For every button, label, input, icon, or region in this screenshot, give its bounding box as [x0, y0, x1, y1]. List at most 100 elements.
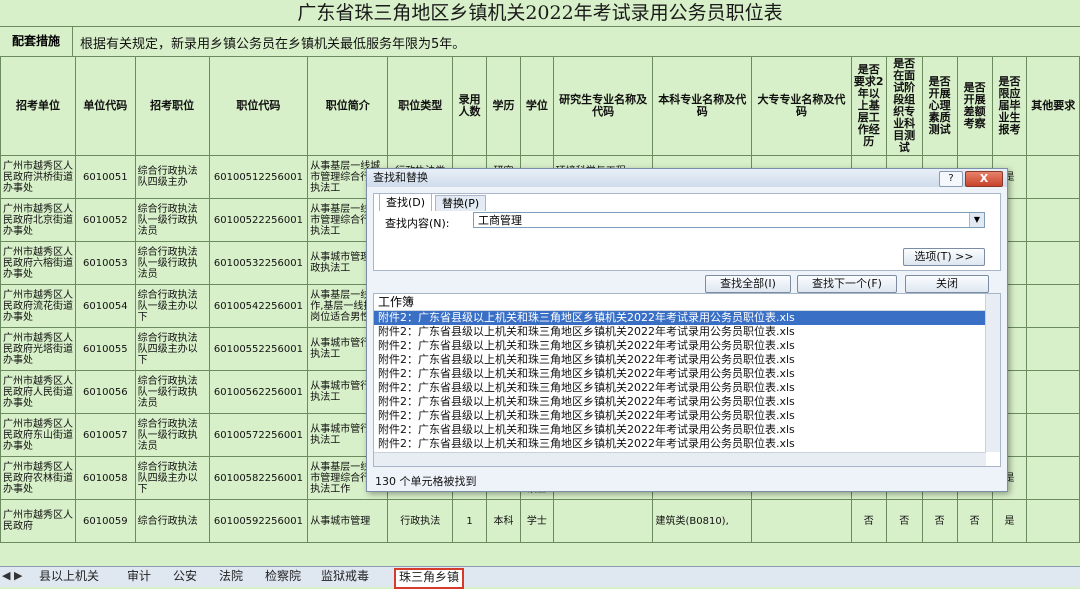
table-cell[interactable] — [552, 499, 654, 543]
sheet-tab[interactable]: 法院 — [216, 568, 246, 585]
table-cell[interactable]: 广州市越秀区人民政府人民街道办事处 — [0, 370, 77, 414]
table-cell[interactable]: 综合行政执法 — [134, 499, 210, 543]
table-cell[interactable]: 60100562256001 — [208, 370, 309, 414]
close-button[interactable]: 关闭 — [905, 275, 989, 293]
table-cell[interactable] — [751, 499, 852, 543]
results-column-header[interactable]: 工作簿 — [374, 294, 990, 311]
find-input[interactable]: 工商管理 ▼ — [473, 212, 985, 228]
table-cell[interactable]: 综合行政执法队四级主办以下 — [134, 327, 210, 371]
table-cell[interactable]: 行政执法 — [387, 499, 454, 543]
column-header[interactable]: 其他要求 — [1026, 56, 1080, 156]
table-cell[interactable]: 广州市越秀区人民政府农林街道办事处 — [0, 456, 77, 500]
table-cell[interactable]: 60100582256001 — [208, 456, 309, 500]
horizontal-scrollbar[interactable] — [374, 452, 986, 466]
column-header[interactable]: 本科专业名称及代码 — [652, 56, 753, 156]
column-header[interactable]: 职位类型 — [387, 56, 454, 156]
column-header[interactable]: 是否要求2年以上基层工作经历 — [850, 56, 887, 156]
list-item[interactable]: 附件2：广东省县级以上机关和珠三角地区乡镇机关2022年考试录用公务员职位表.x… — [374, 437, 990, 451]
table-cell[interactable] — [1026, 241, 1080, 285]
sheet-tab[interactable]: 检察院 — [262, 568, 304, 585]
column-header[interactable]: 录用人数 — [452, 56, 488, 156]
table-cell[interactable]: 广州市越秀区人民政府东山街道办事处 — [0, 413, 77, 457]
sheet-tab[interactable]: 审计 — [124, 568, 154, 585]
sheet-tab[interactable]: 县以上机关 — [36, 568, 102, 585]
list-item[interactable]: 附件2：广东省县级以上机关和珠三角地区乡镇机关2022年考试录用公务员职位表.x… — [374, 381, 990, 395]
notice-label[interactable]: 配套措施 — [0, 26, 73, 56]
table-cell[interactable]: 否 — [885, 499, 923, 543]
list-item[interactable]: 附件2：广东省县级以上机关和珠三角地区乡镇机关2022年考试录用公务员职位表.x… — [374, 395, 990, 409]
list-item[interactable]: 附件2：广东省县级以上机关和珠三角地区乡镇机关2022年考试录用公务员职位表.x… — [374, 409, 990, 423]
column-header[interactable]: 招考单位 — [0, 56, 77, 156]
tab-replace[interactable]: 替换(P) — [435, 195, 487, 211]
table-cell[interactable]: 6010056 — [75, 370, 136, 414]
sheet-tab[interactable]: 公安 — [170, 568, 200, 585]
table-cell[interactable]: 从事城市管理 — [307, 499, 389, 543]
table-cell[interactable]: 否 — [921, 499, 958, 543]
table-cell[interactable]: 学士 — [519, 499, 554, 543]
table-cell[interactable]: 否 — [850, 499, 887, 543]
table-cell[interactable]: 6010058 — [75, 456, 136, 500]
vertical-scrollbar[interactable] — [985, 294, 1000, 452]
list-item[interactable]: 附件2：广东省县级以上机关和珠三角地区乡镇机关2022年考试录用公务员职位表.x… — [374, 353, 990, 367]
table-cell[interactable]: 60100552256001 — [208, 327, 309, 371]
column-header[interactable]: 是否开展差额考察 — [956, 56, 993, 156]
column-header[interactable]: 单位代码 — [75, 56, 136, 156]
table-cell[interactable] — [1026, 499, 1080, 543]
table-cell[interactable]: 广州市越秀区人民政府六榕街道办事处 — [0, 241, 77, 285]
table-cell[interactable]: 综合行政执法队四级主办以下 — [134, 456, 210, 500]
table-cell[interactable]: 60100512256001 — [208, 155, 309, 199]
table-cell[interactable]: 6010055 — [75, 327, 136, 371]
table-cell[interactable]: 6010052 — [75, 198, 136, 242]
table-cell[interactable]: 综合行政执法队一级行政执法员 — [134, 413, 210, 457]
table-cell[interactable]: 60100542256001 — [208, 284, 309, 328]
chevron-down-icon[interactable]: ▼ — [969, 213, 984, 227]
find-next-button[interactable]: 查找下一个(F) — [797, 275, 897, 293]
column-header[interactable]: 是否在面试阶段组织专业科目测试 — [885, 56, 923, 156]
find-all-button[interactable]: 查找全部(I) — [705, 275, 791, 293]
tab-scroll-arrows-icon[interactable]: ◀ ▶ — [2, 569, 22, 582]
tab-find[interactable]: 查找(D) — [379, 193, 433, 211]
table-cell[interactable]: 6010051 — [75, 155, 136, 199]
column-header[interactable]: 职位简介 — [307, 56, 389, 156]
notice-text[interactable]: 根据有关规定，新录用乡镇公务员在乡镇机关最低服务年限为5年。 — [80, 33, 465, 52]
table-cell[interactable]: 综合行政执法队一级行政执法员 — [134, 241, 210, 285]
table-cell[interactable]: 综合行政执法队四级主办 — [134, 155, 210, 199]
table-cell[interactable] — [1026, 413, 1080, 457]
column-header[interactable]: 是否开展心理素质测试 — [921, 56, 958, 156]
column-header[interactable]: 招考职位 — [134, 56, 210, 156]
table-cell[interactable]: 6010059 — [75, 499, 136, 543]
table-cell[interactable]: 综合行政执法队一级主办以下 — [134, 284, 210, 328]
table-cell[interactable]: 综合行政执法队一级行政执法员 — [134, 198, 210, 242]
table-cell[interactable]: 60100592256001 — [208, 499, 309, 543]
table-cell[interactable]: 广州市越秀区人民政府 — [0, 499, 77, 543]
column-header[interactable]: 是否限应届毕业生报考 — [991, 56, 1028, 156]
help-button[interactable]: ? — [939, 171, 963, 187]
list-item[interactable]: 附件2：广东省县级以上机关和珠三角地区乡镇机关2022年考试录用公务员职位表.x… — [374, 339, 990, 353]
table-cell[interactable]: 否 — [956, 499, 993, 543]
table-cell[interactable]: 建筑类(B0810), — [652, 499, 753, 543]
table-cell[interactable] — [1026, 370, 1080, 414]
table-cell[interactable]: 6010057 — [75, 413, 136, 457]
table-cell[interactable]: 6010054 — [75, 284, 136, 328]
column-header[interactable]: 学历 — [486, 56, 521, 156]
table-cell[interactable]: 60100532256001 — [208, 241, 309, 285]
column-header[interactable]: 学位 — [519, 56, 554, 156]
table-cell[interactable]: 广州市越秀区人民政府光塔街道办事处 — [0, 327, 77, 371]
table-cell[interactable]: 本科 — [486, 499, 521, 543]
table-cell[interactable] — [1026, 155, 1080, 199]
table-cell[interactable] — [1026, 327, 1080, 371]
options-button[interactable]: 选项(T) >> — [903, 248, 985, 266]
table-cell[interactable]: 综合行政执法队一级行政执法员 — [134, 370, 210, 414]
table-cell[interactable]: 60100522256001 — [208, 198, 309, 242]
column-header[interactable]: 职位代码 — [208, 56, 309, 156]
sheet-tab[interactable]: 监狱戒毒 — [318, 568, 372, 585]
table-cell[interactable]: 是 — [991, 499, 1028, 543]
table-cell[interactable]: 广州市越秀区人民政府流花街道办事处 — [0, 284, 77, 328]
table-cell[interactable]: 1 — [452, 499, 488, 543]
table-cell[interactable] — [1026, 198, 1080, 242]
table-cell[interactable]: 6010053 — [75, 241, 136, 285]
list-item[interactable]: 附件2：广东省县级以上机关和珠三角地区乡镇机关2022年考试录用公务员职位表.x… — [374, 311, 990, 325]
column-header[interactable]: 大专专业名称及代码 — [751, 56, 852, 156]
table-cell[interactable]: 60100572256001 — [208, 413, 309, 457]
close-icon[interactable]: X — [965, 171, 1003, 187]
